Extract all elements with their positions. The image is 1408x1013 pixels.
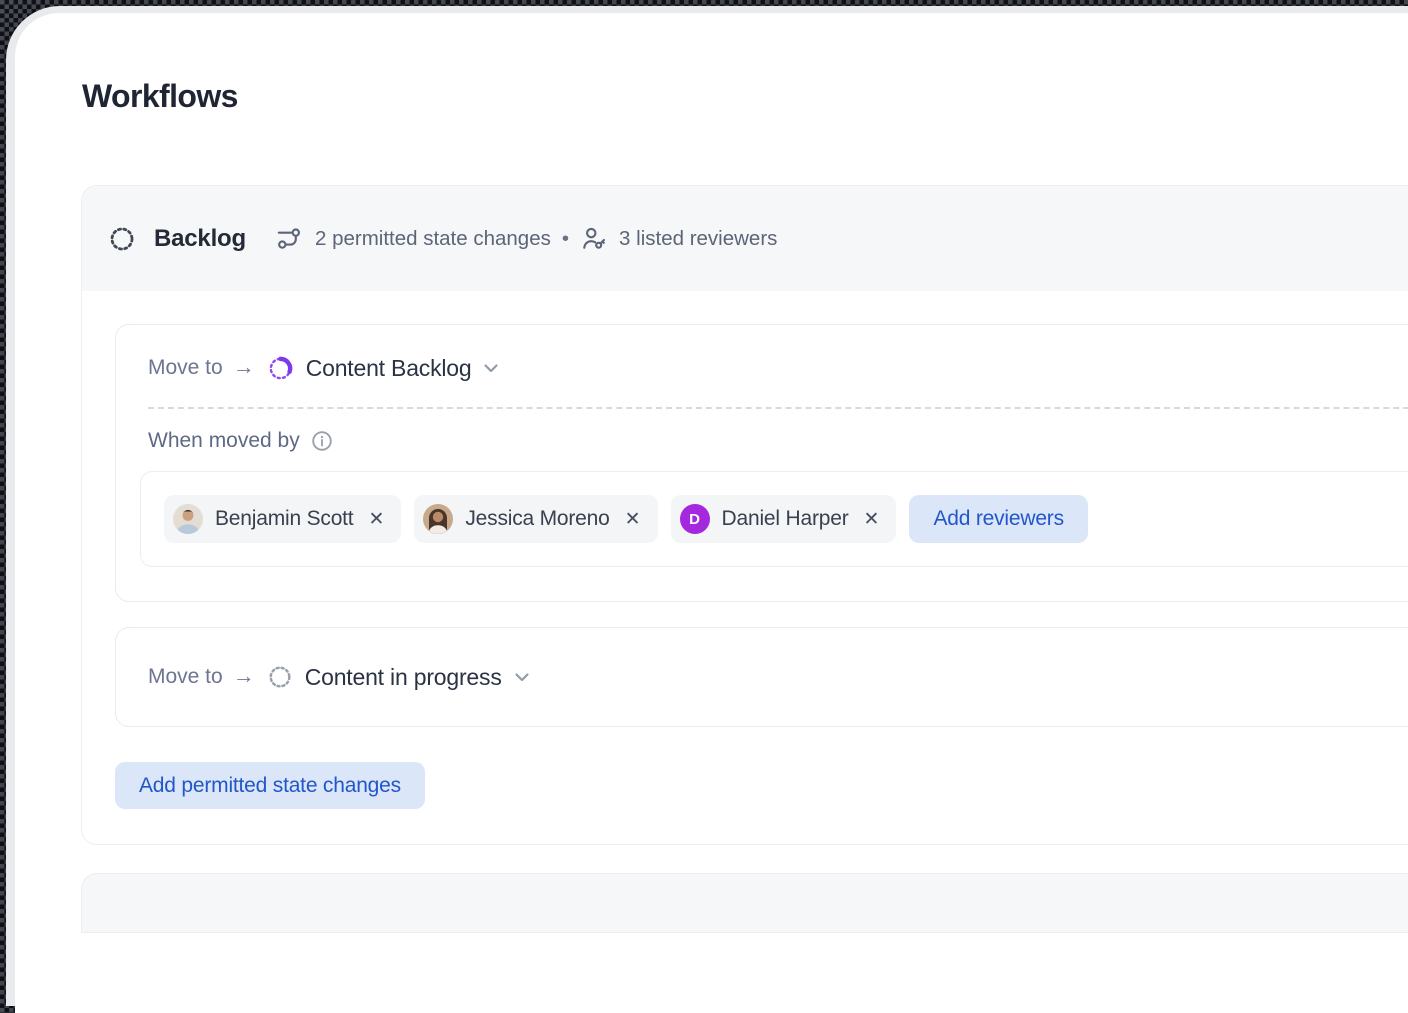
reviewer-name: Benjamin Scott (215, 507, 353, 531)
workflows-page: Workflows Backlog (15, 13, 1408, 933)
when-moved-by-label: When moved by (148, 429, 300, 453)
app-window: Workflows Backlog (15, 13, 1408, 1013)
backlog-status-icon (108, 225, 136, 253)
workflow-meta: 2 permitted state changes • 3 listed rev… (276, 225, 777, 252)
workflow-card-header: Backlog 2 permitted state changes • (82, 186, 1408, 291)
workflow-state-name: Backlog (154, 225, 246, 253)
chevron-down-icon (481, 358, 501, 378)
workflow-card-body: Move to → Content Backlog (82, 291, 1408, 844)
avatar-daniel-harper: D (680, 504, 710, 534)
workflow-card-backlog: Backlog 2 permitted state changes • (81, 185, 1408, 845)
permitted-changes-count: 2 permitted state changes (315, 227, 551, 251)
progress-circle-purple-icon (267, 355, 294, 382)
target-state-dropdown[interactable]: Content in progress (267, 664, 532, 691)
target-state-dropdown[interactable]: Content Backlog (267, 355, 502, 382)
rule-card-content-backlog: Move to → Content Backlog (115, 324, 1408, 602)
add-permitted-state-changes-button[interactable]: Add permitted state changes (115, 762, 425, 809)
target-state-name: Content in progress (305, 664, 502, 691)
reviewers-icon (580, 225, 607, 252)
reviewers-field: Benjamin Scott ✕ (140, 471, 1408, 567)
state-transitions-icon (276, 225, 303, 252)
rule-card-content-in-progress: Move to → Content in progress (115, 627, 1408, 727)
avatar-benjamin-scott (173, 504, 203, 534)
avatar-jessica-moreno (423, 504, 453, 534)
reviewer-name: Daniel Harper (722, 507, 849, 531)
when-moved-by-row: When moved by (148, 427, 1408, 455)
next-workflow-card-header (81, 873, 1408, 933)
arrow-right-icon: → (233, 354, 255, 380)
dashed-divider (148, 407, 1408, 409)
dashed-circle-gray-icon (267, 664, 293, 690)
remove-reviewer-icon[interactable]: ✕ (864, 510, 880, 529)
meta-dot-separator: • (562, 227, 569, 251)
move-to-label: Move to (148, 356, 223, 380)
info-icon[interactable] (311, 430, 333, 452)
rule-move-row: Move to → Content Backlog (148, 351, 1408, 385)
page-title: Workflows (82, 78, 1408, 114)
reviewer-chip[interactable]: Benjamin Scott ✕ (164, 495, 401, 543)
listed-reviewers-count: 3 listed reviewers (619, 227, 777, 251)
chevron-down-icon (512, 667, 532, 687)
move-to-label: Move to (148, 665, 223, 689)
arrow-right-icon: → (233, 663, 255, 689)
reviewer-chip[interactable]: D Daniel Harper ✕ (671, 495, 897, 543)
reviewer-chip[interactable]: Jessica Moreno ✕ (414, 495, 657, 543)
target-state-name: Content Backlog (306, 355, 472, 382)
add-reviewers-button[interactable]: Add reviewers (909, 495, 1087, 543)
remove-reviewer-icon[interactable]: ✕ (625, 510, 641, 529)
remove-reviewer-icon[interactable]: ✕ (368, 510, 384, 529)
reviewer-name: Jessica Moreno (465, 507, 609, 531)
